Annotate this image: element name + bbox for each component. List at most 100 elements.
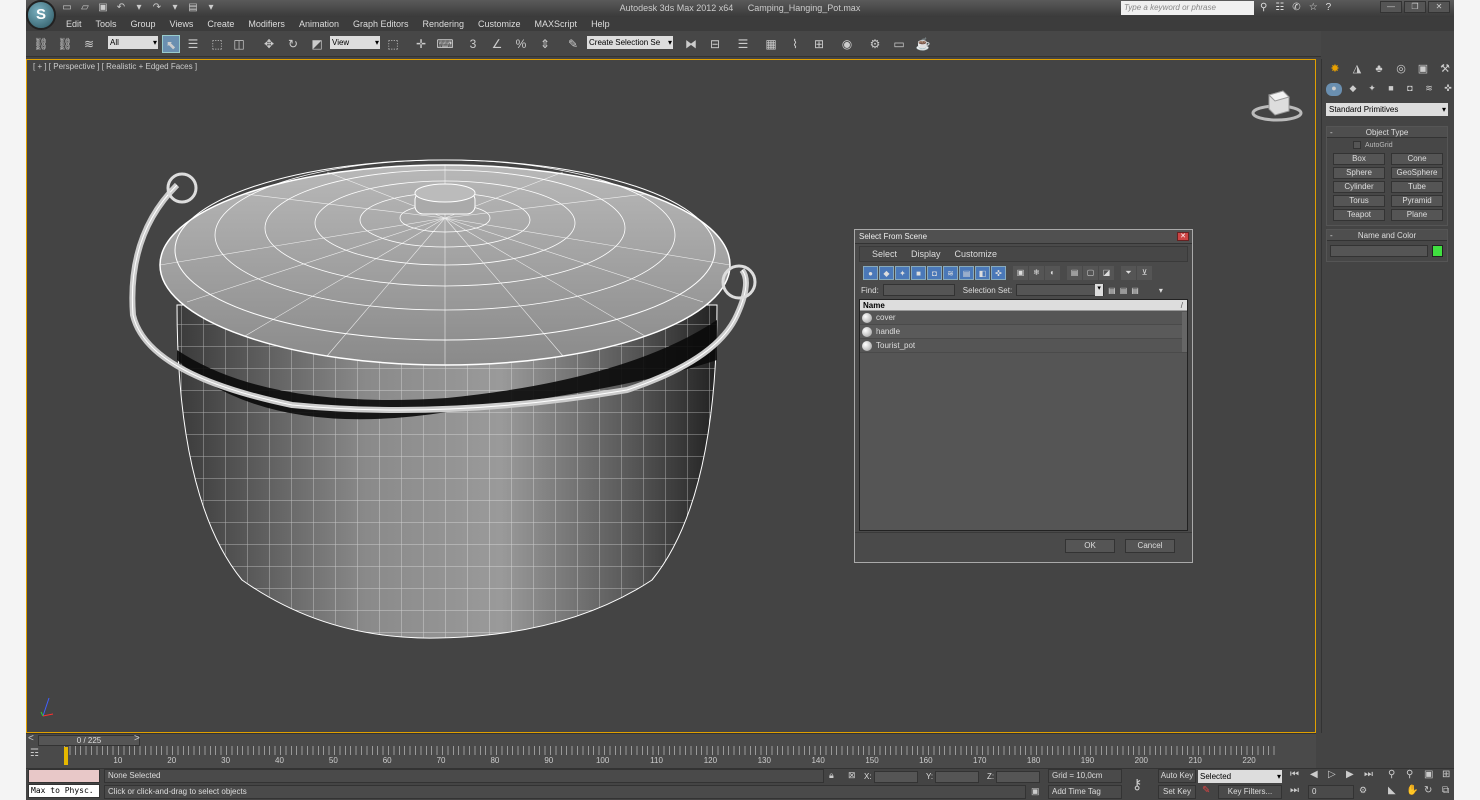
orbit-icon[interactable]: ↻ (1424, 785, 1432, 796)
rotate-icon[interactable]: ↻ (284, 35, 302, 53)
viewcube-icon[interactable] (1251, 83, 1303, 123)
align-icon[interactable]: ⊟ (706, 35, 724, 53)
render-setup-icon[interactable]: ⚙ (866, 35, 884, 53)
next-frame-icon[interactable]: ▶ (1346, 769, 1354, 780)
field-of-view-icon[interactable]: ◣ (1388, 785, 1396, 796)
autogrid-option[interactable]: AutoGrid (1353, 140, 1447, 150)
restore-button[interactable]: ❐ (1404, 1, 1426, 13)
name-column-header[interactable]: Name (860, 300, 1187, 311)
maxscript-listener-output[interactable] (28, 769, 100, 783)
display-space-warps-icon[interactable]: ≋ (943, 266, 958, 280)
menu-modifiers[interactable]: Modifiers (248, 17, 285, 31)
help-icon[interactable]: ? (1326, 2, 1332, 13)
primitive-category-dropdown[interactable]: Standard Primitives (1326, 103, 1448, 116)
select-invert-icon[interactable]: ◪ (1099, 266, 1114, 280)
systems-icon[interactable]: ✜ (1440, 83, 1454, 96)
key-filters-button[interactable]: Key Filters... (1218, 785, 1282, 799)
angle-snap-icon[interactable]: ∠ (488, 35, 506, 53)
curve-editor-icon[interactable]: ⌇ (786, 35, 804, 53)
scale-icon[interactable]: ◩ (308, 35, 326, 53)
lock-selection-icon[interactable]: 🔒︎ (829, 770, 834, 781)
expand-options-icon[interactable]: ▾ (1159, 286, 1163, 295)
select-and-manipulate-icon[interactable]: ✛ (412, 35, 430, 53)
absolute-mode-icon[interactable]: ⊠ (848, 770, 856, 781)
window-crossing-icon[interactable]: ◫ (230, 35, 248, 53)
menu-customize[interactable]: Customize (478, 17, 521, 31)
zoom-icon[interactable]: ⚲ (1388, 769, 1395, 780)
pivot-center-icon[interactable]: ⬚ (384, 35, 402, 53)
display-helpers-icon[interactable]: ◘ (927, 266, 942, 280)
menu-views[interactable]: Views (170, 17, 194, 31)
communication-icon[interactable]: ✆ (1292, 2, 1300, 13)
current-frame-field[interactable]: 0 (1308, 785, 1354, 799)
mirror-icon[interactable]: ⧓ (682, 35, 700, 53)
play-icon[interactable]: ▷ (1328, 769, 1336, 780)
pyramid-button[interactable]: Pyramid (1391, 195, 1443, 207)
time-tag-icon[interactable]: ▣ (1031, 786, 1040, 797)
helpers-icon[interactable]: ◘ (1402, 83, 1418, 96)
create-tab-icon[interactable]: ✸ (1326, 61, 1344, 77)
maximize-viewport-icon[interactable]: ⧉ (1442, 785, 1449, 796)
move-icon[interactable]: ✥ (260, 35, 278, 53)
display-tab-icon[interactable]: ▣ (1414, 61, 1432, 77)
menu-help[interactable]: Help (591, 17, 610, 31)
name-and-color-header[interactable]: Name and Color (1327, 230, 1447, 241)
current-frame-marker[interactable] (64, 747, 68, 765)
pan-view-icon[interactable]: ✋ (1406, 785, 1418, 796)
schematic-view-icon[interactable]: ⊞ (810, 35, 828, 53)
mini-curve-editor-icon[interactable]: ☶ (30, 748, 50, 762)
menu-maxscript[interactable]: MAXScript (535, 17, 578, 31)
geosphere-button[interactable]: GeoSphere (1391, 167, 1443, 179)
menu-animation[interactable]: Animation (299, 17, 339, 31)
display-frozen-icon[interactable]: ❄ (1029, 266, 1044, 280)
rendered-frame-window-icon[interactable]: ▭ (890, 35, 908, 53)
list-scrollbar[interactable] (1182, 312, 1187, 352)
plane-button[interactable]: Plane (1391, 209, 1443, 221)
viewcube[interactable] (1251, 83, 1303, 123)
cancel-button[interactable]: Cancel (1125, 539, 1175, 553)
set-keys-key-icon[interactable]: ⚷ (1132, 776, 1142, 793)
add-time-tag[interactable]: Add Time Tag (1048, 785, 1122, 799)
torus-button[interactable]: Torus (1333, 195, 1385, 207)
tube-button[interactable]: Tube (1391, 181, 1443, 193)
sphere-button[interactable]: Sphere (1333, 167, 1385, 179)
material-editor-icon[interactable]: ◉ (838, 35, 856, 53)
dialog-menu-customize[interactable]: Customize (955, 247, 998, 261)
cone-button[interactable]: Cone (1391, 153, 1443, 165)
display-bones-icon[interactable]: ✜ (991, 266, 1006, 280)
named-selection-set-dropdown[interactable]: Create Selection Se (587, 36, 673, 49)
lights-icon[interactable]: ✦ (1364, 83, 1380, 96)
previous-frame-icon[interactable]: ◀ (1310, 769, 1318, 780)
z-input[interactable] (996, 770, 1041, 783)
remove-selection-set-icon[interactable]: ▤ (1131, 286, 1139, 295)
display-groups-icon[interactable]: ▤ (959, 266, 974, 280)
render-production-icon[interactable]: ☕ (914, 35, 932, 53)
object-color-swatch[interactable] (1432, 245, 1443, 257)
hierarchy-filter-icon[interactable]: ⊻ (1137, 266, 1152, 280)
snaps-toggle-icon[interactable]: 3 (464, 35, 482, 53)
time-slider-next-icon[interactable]: > (134, 733, 140, 744)
add-selection-set-icon[interactable]: ▤ (1108, 286, 1116, 295)
space-warps-icon[interactable]: ≋ (1421, 83, 1437, 96)
dialog-menu-display[interactable]: Display (911, 247, 941, 261)
find-input[interactable] (882, 284, 955, 296)
list-item[interactable]: handle (860, 325, 1187, 339)
menu-graph-editors[interactable]: Graph Editors (353, 17, 409, 31)
rectangular-selection-icon[interactable]: ⬚ (208, 35, 226, 53)
display-geometry-icon[interactable]: ● (863, 266, 878, 280)
dialog-title-bar[interactable]: Select From Scene ✕ (855, 230, 1192, 244)
display-shapes-icon[interactable]: ◆ (879, 266, 894, 280)
keyboard-shortcut-override-icon[interactable]: ⌨ (436, 35, 454, 53)
list-item[interactable]: Tourist_pot (860, 339, 1187, 353)
display-hidden-icon[interactable]: ◐ (1045, 266, 1060, 280)
motion-tab-icon[interactable]: ◎ (1392, 61, 1410, 77)
menu-create[interactable]: Create (207, 17, 234, 31)
shapes-icon[interactable]: ◆ (1345, 83, 1361, 96)
edit-selection-set-icon[interactable]: ▤ (1120, 286, 1128, 295)
display-containers-icon[interactable]: ▣ (1013, 266, 1028, 280)
utilities-tab-icon[interactable]: ⚒ (1436, 61, 1454, 77)
reference-coordinate-dropdown[interactable]: View (330, 36, 380, 49)
teapot-button[interactable]: Teapot (1333, 209, 1385, 221)
key-mode-toggle-icon[interactable]: ⏭ (1290, 785, 1299, 796)
select-object-icon[interactable]: ⬉ (162, 35, 180, 53)
